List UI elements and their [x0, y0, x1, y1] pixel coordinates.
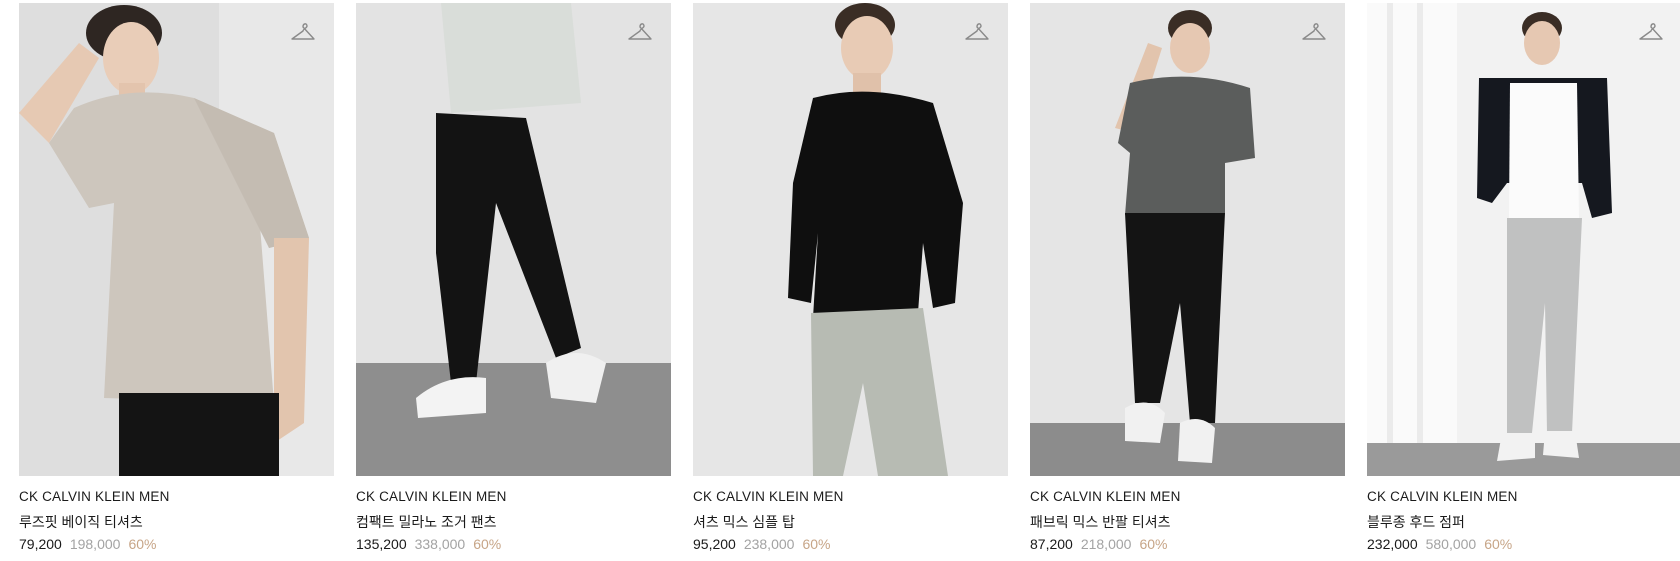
product-name[interactable]: 루즈핏 베이직 티셔츠 [19, 512, 143, 532]
hanger-icon[interactable] [964, 19, 990, 45]
product-image[interactable] [1030, 3, 1345, 476]
product-brand[interactable]: CK CALVIN KLEIN MEN [1030, 489, 1181, 504]
product-image[interactable] [356, 3, 671, 476]
original-price: 580,000 [1425, 536, 1477, 552]
product-name[interactable]: 셔츠 믹스 심플 탑 [693, 512, 795, 532]
sale-price: 79,200 [19, 536, 62, 552]
hanger-icon[interactable] [1638, 19, 1664, 45]
original-price: 218,000 [1080, 536, 1132, 552]
product-prices: 232,000 580,000 60% [1367, 536, 1512, 552]
sale-price: 95,200 [693, 536, 736, 552]
product-card[interactable]: CK CALVIN KLEIN MEN 블루종 후드 점퍼 232,000 580… [1367, 3, 1680, 558]
product-prices: 79,200 198,000 60% [19, 536, 156, 552]
sale-price: 87,200 [1030, 536, 1073, 552]
hanger-icon[interactable] [627, 19, 653, 45]
product-name[interactable]: 블루종 후드 점퍼 [1367, 512, 1465, 532]
product-image[interactable] [1367, 3, 1680, 476]
product-name[interactable]: 패브릭 믹스 반팔 티셔츠 [1030, 512, 1170, 532]
original-price: 198,000 [69, 536, 121, 552]
product-brand[interactable]: CK CALVIN KLEIN MEN [19, 489, 170, 504]
product-prices: 135,200 338,000 60% [356, 536, 501, 552]
hanger-icon[interactable] [290, 19, 316, 45]
product-name[interactable]: 컴팩트 밀라노 조거 팬츠 [356, 512, 496, 532]
product-prices: 95,200 238,000 60% [693, 536, 830, 552]
original-price: 238,000 [743, 536, 795, 552]
discount-rate: 60% [473, 536, 502, 552]
original-price: 338,000 [414, 536, 466, 552]
product-grid: CK CALVIN KLEIN MEN 루즈핏 베이직 티셔츠 79,200 19… [19, 3, 1680, 561]
sale-price: 135,200 [356, 536, 407, 552]
product-brand[interactable]: CK CALVIN KLEIN MEN [1367, 489, 1518, 504]
product-card[interactable]: CK CALVIN KLEIN MEN 셔츠 믹스 심플 탑 95,200 238… [693, 3, 1008, 558]
discount-rate: 60% [802, 536, 831, 552]
product-image[interactable] [19, 3, 334, 476]
product-card[interactable]: CK CALVIN KLEIN MEN 루즈핏 베이직 티셔츠 79,200 19… [19, 3, 334, 558]
hanger-icon[interactable] [1301, 19, 1327, 45]
product-card[interactable]: CK CALVIN KLEIN MEN 컴팩트 밀라노 조거 팬츠 135,20… [356, 3, 671, 558]
product-brand[interactable]: CK CALVIN KLEIN MEN [356, 489, 507, 504]
discount-rate: 60% [1139, 536, 1168, 552]
sale-price: 232,000 [1367, 536, 1418, 552]
discount-rate: 60% [128, 536, 157, 552]
product-image[interactable] [693, 3, 1008, 476]
discount-rate: 60% [1484, 536, 1513, 552]
product-prices: 87,200 218,000 60% [1030, 536, 1167, 552]
product-card[interactable]: CK CALVIN KLEIN MEN 패브릭 믹스 반팔 티셔츠 87,200… [1030, 3, 1345, 558]
product-brand[interactable]: CK CALVIN KLEIN MEN [693, 489, 844, 504]
